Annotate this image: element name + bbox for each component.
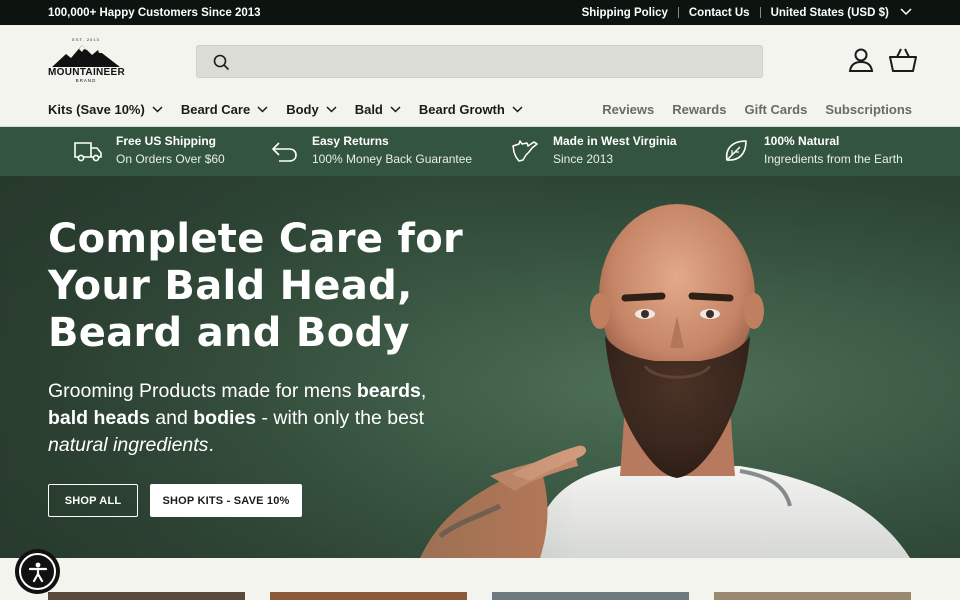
leaf-icon [725, 139, 747, 161]
west-virginia-icon [512, 139, 538, 162]
announcement-bar: 100,000+ Happy Customers Since 2013 Ship… [0, 0, 960, 25]
nav-item-beard-growth[interactable]: Beard Growth [419, 102, 523, 117]
site-header: EST. 2013 MOUNTAINEER BRAND Kits (Save 1… [0, 25, 960, 127]
divider [677, 7, 679, 18]
shop-kits-button[interactable]: SHOP KITS - SAVE 10% [150, 484, 302, 517]
feature-title: Made in West Virginia [553, 134, 677, 148]
shipping-policy-link[interactable]: Shipping Policy [582, 7, 668, 19]
feature-title: 100% Natural [764, 134, 840, 148]
product-tile[interactable] [714, 592, 911, 600]
feature-subtitle: Ingredients from the Earth [764, 152, 903, 166]
chevron-down-icon [900, 7, 912, 15]
chevron-down-icon [326, 106, 337, 113]
search-bar[interactable] [196, 45, 763, 78]
nav-item-beard-care[interactable]: Beard Care [181, 102, 268, 117]
nav-item-subscriptions[interactable]: Subscriptions [825, 102, 912, 117]
logo-name: MOUNTAINEER [48, 67, 126, 78]
feature-returns: Easy Returns 100% Money Back Guarantee [268, 133, 472, 168]
account-icon[interactable] [848, 47, 874, 73]
shop-all-button[interactable]: SHOP ALL [48, 484, 138, 517]
feature-natural: 100% Natural Ingredients from the Earth [720, 133, 903, 168]
feature-subtitle: On Orders Over $60 [116, 152, 225, 166]
nav-item-label: Body [286, 102, 319, 117]
chevron-down-icon [390, 106, 401, 113]
announcement-text: 100,000+ Happy Customers Since 2013 [48, 6, 261, 19]
return-arrow-icon [272, 141, 297, 162]
brand-logo[interactable]: EST. 2013 MOUNTAINEER BRAND [48, 37, 126, 85]
feature-subtitle: 100% Money Back Guarantee [312, 152, 473, 166]
logo-sub: BRAND [75, 78, 97, 83]
product-tile[interactable] [270, 592, 467, 600]
truck-icon [74, 141, 102, 161]
feature-title: Easy Returns [312, 134, 389, 148]
main-nav: Kits (Save 10%) Beard Care Body Bald Bea… [48, 102, 541, 117]
accessibility-icon [28, 562, 47, 582]
feature-made-in-wv: Made in West Virginia Since 2013 [509, 133, 677, 168]
feature-subtitle: Since 2013 [553, 152, 614, 166]
feature-bar: Free US Shipping On Orders Over $60 Easy… [0, 127, 960, 176]
search-input[interactable] [241, 50, 741, 74]
nav-item-label: Bald [354, 102, 383, 117]
contact-us-link[interactable]: Contact Us [689, 7, 750, 19]
nav-item-label: Kits (Save 10%) [48, 102, 145, 117]
chevron-down-icon [512, 106, 523, 113]
cart-basket-icon[interactable] [889, 47, 917, 73]
nav-item-kits[interactable]: Kits (Save 10%) [48, 102, 163, 117]
hero-banner: Complete Care for Your Bald Head, Beard … [0, 176, 960, 558]
product-tile[interactable] [48, 592, 245, 600]
chevron-down-icon [152, 106, 163, 113]
currency-selector[interactable]: United States (USD $) [771, 7, 912, 19]
nav-item-label: Beard Care [180, 102, 251, 117]
mountain-icon [52, 45, 120, 67]
accessibility-button[interactable] [15, 549, 60, 594]
currency-label: United States (USD $) [770, 6, 889, 19]
hero-title: Complete Care for Your Bald Head, Beard … [48, 216, 464, 356]
nav-item-rewards[interactable]: Rewards [672, 102, 726, 117]
feature-shipping: Free US Shipping On Orders Over $60 [72, 133, 225, 168]
secondary-nav: Reviews Rewards Gift Cards Subscriptions [584, 102, 912, 117]
nav-item-label: Beard Growth [418, 102, 505, 117]
chevron-down-icon [257, 106, 268, 113]
divider [759, 7, 761, 18]
hero-subtitle: Grooming Products made for mens beards, … [48, 380, 427, 456]
feature-title: Free US Shipping [116, 134, 217, 148]
search-icon[interactable] [213, 54, 230, 71]
product-tile[interactable] [492, 592, 689, 600]
nav-item-gift-cards[interactable]: Gift Cards [744, 102, 807, 117]
nav-item-reviews[interactable]: Reviews [602, 102, 654, 117]
nav-item-bald[interactable]: Bald [355, 102, 401, 117]
nav-item-body[interactable]: Body [286, 102, 337, 117]
